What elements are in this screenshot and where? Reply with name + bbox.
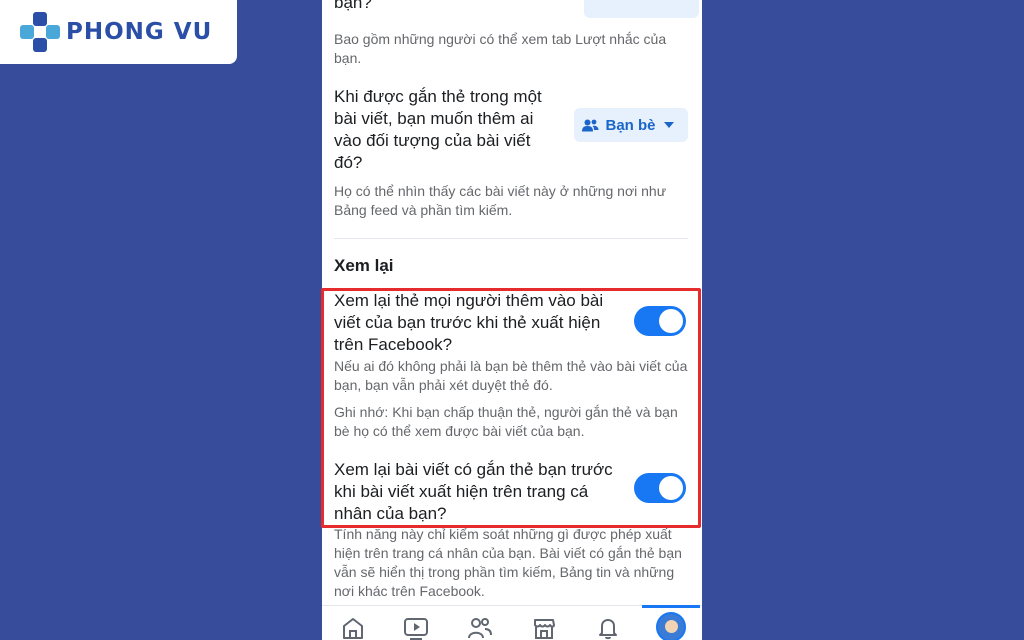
- review-tags-question: Xem lại thẻ mọi người thêm vào bài viết …: [334, 291, 604, 354]
- review-section-title: Xem lại: [334, 256, 394, 275]
- active-tab-indicator: [642, 605, 700, 608]
- nav-home[interactable]: [338, 616, 368, 640]
- brand-name: PHONG VU: [66, 19, 213, 45]
- nav-profile[interactable]: [656, 612, 686, 640]
- tag-audience-description: Họ có thể nhìn thấy các bài viết này ở n…: [334, 183, 667, 218]
- home-icon: [343, 618, 363, 639]
- review-tags-description: Nếu ai đó không phải là bạn bè thêm thẻ …: [334, 358, 688, 393]
- mentions-audience-button[interactable]: [584, 0, 699, 18]
- profile-avatar: [656, 612, 686, 640]
- toggle-knob: [659, 476, 683, 500]
- video-icon: [404, 618, 428, 640]
- tag-audience-question: Khi được gắn thẻ trong một bài viết, bạn…: [334, 87, 542, 172]
- bottom-navigation: [322, 605, 702, 640]
- section-divider: [334, 238, 688, 239]
- friends-icon: [468, 618, 492, 639]
- marketplace-icon: [534, 619, 555, 639]
- bell-icon: [599, 619, 617, 640]
- friends-icon: [582, 119, 599, 131]
- tag-audience-dropdown[interactable]: Bạn bè: [574, 108, 688, 142]
- review-posts-row: Xem lại bài viết có gắn thẻ bạn trước kh…: [334, 459, 694, 599]
- mentions-description: Bao gồm những người có thể xem tab Lượt …: [334, 31, 667, 66]
- brand-mark-icon: [20, 12, 60, 52]
- tag-audience-row: Khi được gắn thẻ trong một bài viết, bạn…: [334, 86, 694, 220]
- nav-friends[interactable]: [465, 616, 495, 640]
- nav-video[interactable]: [401, 616, 431, 640]
- caret-down-icon: [663, 122, 674, 128]
- nav-marketplace[interactable]: [529, 616, 559, 640]
- tag-audience-value: Bạn bè: [605, 116, 656, 134]
- mentions-question: bạn?: [334, 0, 372, 12]
- review-tags-toggle[interactable]: [634, 306, 686, 336]
- review-tags-row: Xem lại thẻ mọi người thêm vào bài viết …: [334, 290, 694, 439]
- brand-logo: PHONG VU: [0, 0, 237, 64]
- review-posts-toggle[interactable]: [634, 473, 686, 503]
- phone-screen: bạn? Bao gồm những người có thể xem tab …: [322, 0, 702, 640]
- nav-notifications[interactable]: [593, 616, 623, 640]
- avatar-face: [665, 620, 678, 633]
- review-tags-note: Ghi nhớ: Khi bạn chấp thuận thẻ, người g…: [334, 404, 678, 439]
- toggle-knob: [659, 309, 683, 333]
- review-posts-description: Tính năng này chỉ kiểm soát những gì đượ…: [334, 526, 682, 599]
- review-posts-question: Xem lại bài viết có gắn thẻ bạn trước kh…: [334, 460, 613, 523]
